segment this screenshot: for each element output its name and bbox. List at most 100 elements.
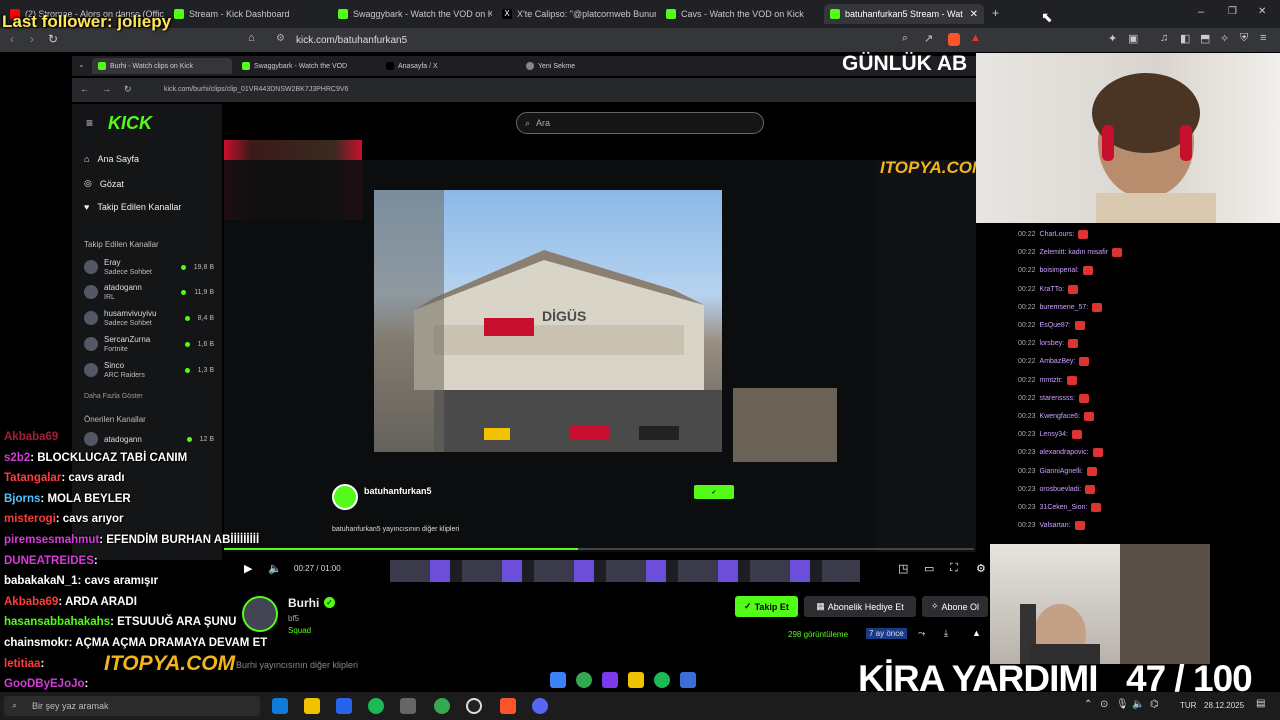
explorer-icon[interactable]: [304, 698, 320, 714]
spotify-icon[interactable]: [654, 672, 670, 688]
chat-username[interactable]: Lensy34:: [1040, 431, 1068, 438]
bookmark-icon[interactable]: ⌂: [248, 32, 255, 44]
chat-username[interactable]: Akbaba69: [4, 431, 58, 443]
wallet-icon[interactable]: ▣: [1128, 32, 1138, 45]
chat-username[interactable]: orosbuevladi:: [1040, 486, 1082, 493]
chat-username[interactable]: letitiaa: [4, 658, 40, 670]
mic-icon[interactable]: 🎙: [1116, 699, 1129, 710]
app-icon[interactable]: [680, 672, 696, 688]
inner-tab-x[interactable]: Anasayfa / X: [380, 58, 520, 74]
chat-username[interactable]: AmbazBey:: [1040, 358, 1076, 365]
inner-tab-swaggybark[interactable]: Swaggybark - Watch the VOD: [236, 58, 376, 74]
chat-username[interactable]: DUNEATREIDES: [4, 555, 94, 567]
tab-batuhanfurkan5[interactable]: batuhanfurkan5 Stream - Wat ✕: [824, 4, 984, 24]
chat-username[interactable]: boisimperial:: [1040, 267, 1079, 274]
inner-tab-new[interactable]: Yeni Sekme: [520, 58, 660, 74]
url-field[interactable]: kick.com/batuhanfurkan5: [270, 31, 980, 49]
streamer-avatar[interactable]: [332, 484, 358, 510]
new-tab-icon[interactable]: +: [992, 6, 999, 20]
chat-username[interactable]: GooDByEJoJo: [4, 678, 85, 690]
vpn-icon[interactable]: ⛨: [1240, 32, 1248, 45]
chrome-icon[interactable]: [434, 698, 450, 714]
chrome-icon[interactable]: [576, 672, 592, 688]
tab-cavs[interactable]: Cavs - Watch the VOD on Kick: [660, 4, 820, 24]
chat-username[interactable]: KraTTo:: [1040, 286, 1065, 293]
chat-username[interactable]: Tatangalar: [4, 472, 61, 484]
network-icon[interactable]: ⌬: [1150, 699, 1159, 710]
clip-streamer-name[interactable]: batuhanfurkan5: [364, 486, 432, 496]
extensions-icon[interactable]: ✦: [1108, 32, 1117, 45]
media-icon[interactable]: ♫: [1160, 32, 1168, 44]
sidebar-icon[interactable]: ◧: [1180, 32, 1190, 45]
chat-username[interactable]: GianniAgnelli:: [1040, 468, 1083, 475]
show-more-link[interactable]: Daha Fazla Göster: [84, 393, 143, 400]
chat-username[interactable]: buremsene_57:: [1040, 304, 1089, 311]
followed-channel[interactable]: Eray Sadece Sohbet 19,8 B: [84, 258, 214, 276]
chat-username[interactable]: CharLours:: [1040, 231, 1075, 238]
followed-channel[interactable]: atadogann IRL 11,9 B: [84, 283, 214, 301]
brave-icon[interactable]: [500, 698, 516, 714]
obs-icon[interactable]: [466, 698, 482, 714]
tray-chevron-icon[interactable]: ⌃: [1084, 699, 1092, 710]
chat-username[interactable]: mmtztr:: [1040, 377, 1063, 384]
notifications-icon[interactable]: ▤: [1256, 698, 1265, 709]
inner-tab-burhi[interactable]: Burhi - Watch clips on Kick: [92, 58, 232, 74]
maximize-icon[interactable]: ❐: [1228, 6, 1237, 17]
store-icon[interactable]: [336, 698, 352, 714]
report-icon[interactable]: ▲: [972, 628, 981, 638]
tab-swaggybark[interactable]: Swaggybark - Watch the VOD on Kick: [332, 4, 492, 24]
tray-app-icon[interactable]: ⊙: [1100, 699, 1108, 710]
fullscreen-icon[interactable]: ⛶: [950, 562, 958, 575]
downloads-icon[interactable]: ⬒: [1200, 32, 1210, 45]
chat-username[interactable]: Akbaba69: [4, 596, 58, 608]
share-icon[interactable]: ⤳: [918, 628, 925, 639]
kick-search-input[interactable]: ⌕ Ara: [516, 112, 764, 134]
app-icon[interactable]: [602, 672, 618, 688]
theater-icon[interactable]: ▭: [924, 562, 934, 575]
volume-icon[interactable]: 🔈: [268, 562, 282, 575]
chat-username[interactable]: chainsmokr: [4, 637, 69, 649]
tab-kick-dashboard[interactable]: Stream - Kick Dashboard: [168, 4, 328, 24]
windows-icon[interactable]: [550, 672, 566, 688]
subscribe-button[interactable]: ✧ Abone Ol: [922, 596, 988, 617]
chat-username[interactable]: alexandrapovic:: [1040, 449, 1089, 456]
followed-channel[interactable]: Sinco ARC Raiders 1,3 B: [84, 361, 214, 379]
taskbar-search[interactable]: ⌕ Bir şey yaz aramak: [4, 696, 260, 716]
chat-username[interactable]: hasansabbahakahs: [4, 616, 110, 628]
chat-username[interactable]: starenssss:: [1040, 395, 1075, 402]
chat-username[interactable]: babakakaN_1: [4, 575, 78, 587]
chat-username[interactable]: EsQue87:: [1040, 322, 1071, 329]
download-icon[interactable]: ⤓: [944, 628, 948, 639]
gift-sub-button[interactable]: ▦ Abonelik Hediye Et: [804, 596, 916, 617]
followed-channel[interactable]: husamvivuyivu Sadece Sohbet 8,4 B: [84, 309, 214, 327]
minimize-icon[interactable]: –: [1198, 6, 1204, 18]
inner-follow-button[interactable]: ✓: [694, 485, 734, 499]
close-window-icon[interactable]: ✕: [1258, 6, 1266, 17]
hamburger-icon[interactable]: ≡: [86, 116, 93, 130]
menu-icon[interactable]: ≡: [1260, 32, 1266, 44]
back-icon[interactable]: ‹: [10, 32, 14, 46]
chat-username[interactable]: piremsesmahmut: [4, 534, 99, 546]
chat-username[interactable]: misterogi: [4, 513, 56, 525]
followed-channel[interactable]: SercanZurna Fortnite 1,6 B: [84, 335, 214, 353]
kick-logo[interactable]: KICK: [108, 113, 152, 134]
nav-home[interactable]: ⌂ Ana Sayfa: [84, 154, 139, 164]
close-tab-icon[interactable]: ✕: [970, 9, 978, 20]
chat-username[interactable]: 31Ceken_Sion:: [1040, 504, 1088, 511]
chat-username[interactable]: Valsartan:: [1040, 522, 1071, 529]
channel-avatar[interactable]: [242, 596, 278, 632]
tab-list-icon[interactable]: ⌄: [78, 60, 85, 69]
recommended-channel[interactable]: atadogann 12 B: [84, 432, 214, 446]
reload-icon[interactable]: ↻: [124, 84, 132, 95]
pip-icon[interactable]: ◳: [898, 562, 908, 575]
back-icon[interactable]: ←: [80, 84, 89, 94]
tab-x-calipso[interactable]: X X'te Calipso: "@platcornweb Bunun i: [496, 4, 656, 24]
forward-icon[interactable]: →: [102, 84, 111, 94]
reload-icon[interactable]: ↻: [48, 32, 58, 46]
clock-date[interactable]: 28.12.2025: [1204, 701, 1244, 710]
discord-icon[interactable]: [532, 698, 548, 714]
chat-username[interactable]: s2b2: [4, 452, 30, 464]
channel-name[interactable]: Burhi: [288, 596, 319, 610]
nav-browse[interactable]: ◎ Gözat: [84, 178, 124, 189]
inner-url[interactable]: kick.com/burhi/clips/clip_01VR443DNSW2BK…: [164, 86, 348, 93]
